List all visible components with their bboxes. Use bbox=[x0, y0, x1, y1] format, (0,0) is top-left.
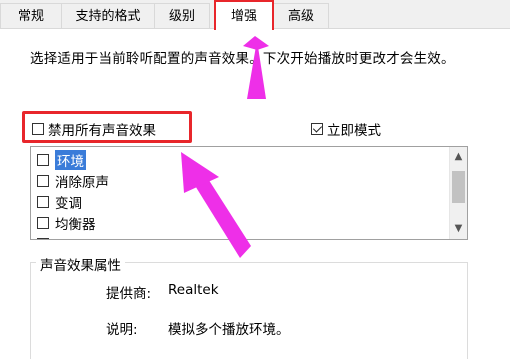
tab-bar: 常规 支持的格式 级别 增强 高级 bbox=[0, 0, 510, 30]
description-text: 选择适用于当前聆听配置的声音效果。下次开始播放时更改才会生效。 bbox=[30, 51, 455, 67]
tab-supported-formats[interactable]: 支持的格式 bbox=[61, 3, 155, 28]
checkbox-box bbox=[37, 238, 49, 239]
list-item-pitch-shift[interactable]: 变调 bbox=[37, 193, 82, 212]
scroll-down-icon[interactable]: ▼ bbox=[450, 221, 467, 237]
effect-properties-title: 声音效果属性 bbox=[36, 254, 125, 274]
checkbox-box[interactable] bbox=[37, 154, 49, 166]
checkbox-box[interactable] bbox=[37, 217, 49, 229]
list-item-voice-cancellation[interactable]: 消除原声 bbox=[37, 172, 109, 191]
tab-enhancements[interactable]: 增强 bbox=[214, 0, 274, 30]
list-item-label: 消除原声 bbox=[55, 175, 109, 191]
provider-value: Realtek bbox=[168, 282, 219, 298]
checkbox-box[interactable] bbox=[311, 123, 323, 135]
checkbox-box[interactable] bbox=[37, 175, 49, 187]
effect-description-label: 说明: bbox=[106, 322, 138, 338]
list-item-equalizer[interactable]: 均衡器 bbox=[37, 214, 96, 233]
list-item-label: 均衡器 bbox=[55, 217, 96, 233]
list-scrollbar[interactable]: ▲ ▼ bbox=[449, 147, 467, 239]
tab-general[interactable]: 常规 bbox=[0, 3, 62, 28]
immediate-mode-label: 立即模式 bbox=[327, 123, 381, 139]
tab-levels[interactable]: 级别 bbox=[154, 3, 210, 28]
tab-advanced[interactable]: 高级 bbox=[273, 3, 329, 28]
immediate-mode-checkbox[interactable]: 立即模式 bbox=[311, 119, 381, 139]
checkbox-box[interactable] bbox=[37, 196, 49, 208]
highlight-frame bbox=[22, 111, 192, 143]
list-item-environment[interactable]: 环境 bbox=[37, 150, 86, 170]
scroll-thumb[interactable] bbox=[452, 171, 465, 203]
effect-description-value: 模拟多个播放环境。 bbox=[168, 322, 290, 338]
list-item-label: 环境 bbox=[55, 150, 86, 170]
list-item-label: 变调 bbox=[55, 196, 82, 212]
list-item-partial bbox=[37, 235, 49, 239]
effects-list[interactable]: 环境 消除原声 变调 均衡器 ▲ ▼ bbox=[30, 146, 468, 240]
provider-label: 提供商: bbox=[106, 286, 152, 302]
scroll-up-icon[interactable]: ▲ bbox=[450, 149, 467, 165]
effect-properties-group bbox=[30, 262, 468, 359]
